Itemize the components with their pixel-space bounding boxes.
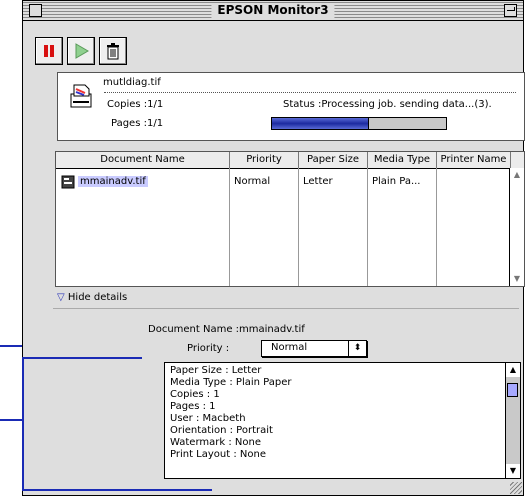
column-header-document-name[interactable]: Document Name	[56, 152, 230, 169]
print-job-icon	[70, 84, 92, 108]
pause-icon	[44, 45, 54, 57]
monitor-window: EPSON Monitor3 mutldiag.tif Copies :1/1 …	[22, 0, 525, 496]
scroll-down-icon[interactable]: ▼	[510, 272, 524, 286]
priority-label: Priority :	[187, 343, 230, 354]
detail-line: Paper Size : Letter	[170, 365, 262, 376]
details-lines: Paper Size : Letter Media Type : Plain Pa…	[170, 365, 291, 461]
column-header-printer-name[interactable]: Printer Name	[437, 152, 511, 169]
column-divider	[298, 168, 299, 286]
scroll-up-icon[interactable]: ▲	[506, 363, 520, 377]
hide-details-toggle[interactable]: ▽ Hide details	[57, 292, 127, 303]
scroll-down-icon[interactable]: ▼	[506, 464, 520, 478]
queue-scrollbar[interactable]: ▲ ▼	[509, 168, 524, 286]
disclosure-triangle-icon[interactable]: ▽	[57, 292, 65, 303]
detail-line: Pages : 1	[170, 401, 216, 412]
column-divider	[229, 168, 230, 286]
window-title: EPSON Monitor3	[211, 3, 335, 18]
job-pages: Pages :1/1	[111, 118, 164, 129]
callout-bracket	[22, 357, 24, 491]
column-header-media-type[interactable]: Media Type	[368, 152, 437, 169]
job-progress-bar	[271, 117, 447, 130]
pause-button[interactable]	[35, 37, 63, 65]
close-box[interactable]	[29, 4, 42, 17]
hide-details-label: Hide details	[67, 292, 128, 303]
play-icon	[75, 43, 89, 59]
job-file-name: mutldiag.tif	[103, 77, 161, 88]
scroll-up-icon[interactable]: ▲	[510, 168, 524, 182]
trash-icon	[107, 43, 119, 60]
callout-bracket	[22, 489, 212, 491]
detail-line: Watermark : None	[170, 437, 261, 448]
detail-line: User : Macbeth	[170, 413, 246, 424]
detail-line: Media Type : Plain Paper	[170, 377, 292, 388]
column-header-filler	[511, 152, 524, 169]
column-divider	[367, 168, 368, 286]
delete-button[interactable]	[99, 37, 127, 65]
detail-line: Print Layout : None	[170, 449, 266, 460]
progress-fill	[272, 118, 369, 129]
current-job-panel: mutldiag.tif Copies :1/1 Status :Process…	[57, 72, 525, 141]
detail-document-name: Document Name :mmainadv.tif	[148, 324, 305, 335]
detail-line: Orientation : Portrait	[170, 425, 273, 436]
table-row[interactable]: mmainadv.tif	[78, 176, 148, 187]
callout-bracket	[22, 357, 142, 359]
job-copies: Copies :1/1	[107, 99, 164, 110]
zoom-box[interactable]	[504, 4, 517, 17]
column-divider	[436, 168, 437, 286]
row-document-name[interactable]: mmainadv.tif	[78, 176, 148, 187]
callout-line-details	[0, 419, 22, 421]
column-header-priority[interactable]: Priority	[230, 152, 299, 169]
scroll-thumb[interactable]	[507, 383, 518, 397]
row-paper-size[interactable]: Letter	[303, 176, 333, 187]
row-priority[interactable]: Normal	[234, 176, 270, 187]
priority-select-value: Normal	[271, 342, 308, 353]
row-media-type[interactable]: Plain Pa...	[372, 176, 420, 187]
print-queue-table: Document Name Priority Paper Size Media …	[55, 151, 525, 287]
detail-line: Copies : 1	[170, 389, 220, 400]
updown-arrow-icon[interactable]: ⬍	[348, 341, 366, 356]
job-status: Status :Processing job. sending data...(…	[283, 99, 492, 110]
resize-grip-icon[interactable]	[510, 482, 522, 494]
details-scrollbar[interactable]: ▲ ▼	[505, 363, 520, 478]
job-separator	[104, 92, 516, 93]
document-icon	[61, 175, 75, 189]
title-bar[interactable]: EPSON Monitor3	[23, 1, 523, 21]
resume-button[interactable]	[67, 37, 95, 65]
column-header-paper-size[interactable]: Paper Size	[299, 152, 368, 169]
details-divider	[53, 308, 519, 309]
priority-select[interactable]: Normal ⬍	[261, 340, 367, 357]
details-list: Paper Size : Letter Media Type : Plain Pa…	[164, 362, 521, 479]
